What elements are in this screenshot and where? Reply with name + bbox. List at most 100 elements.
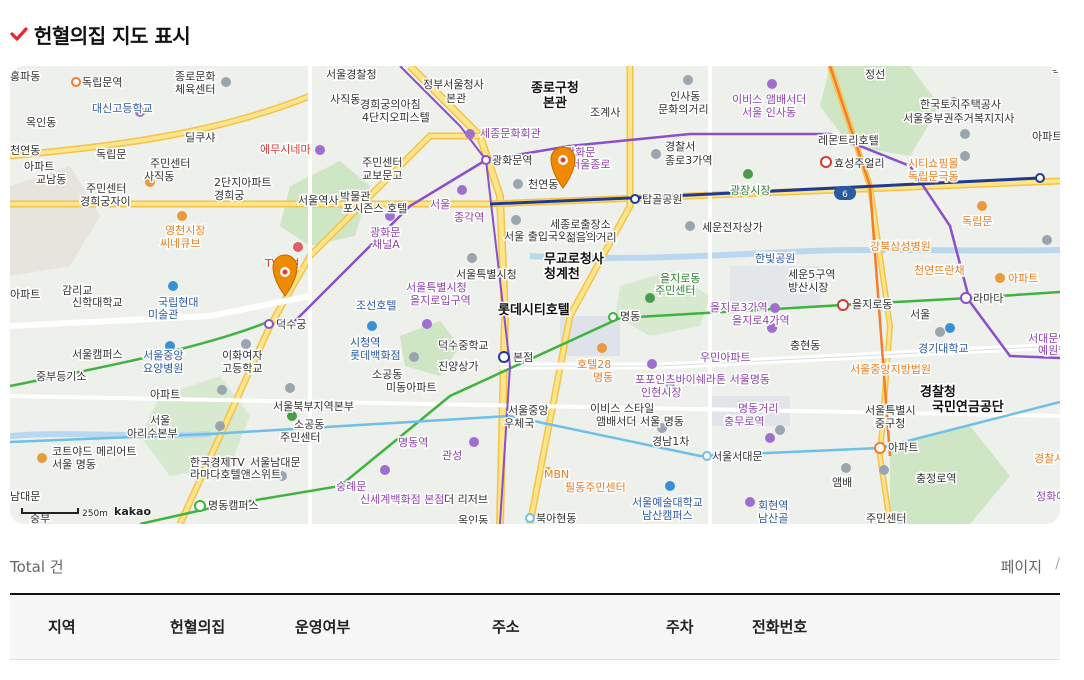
map-canvas[interactable]: 6 홍파동 독립문역 종로문화 체육센터 서울경찰청 정부서울청사 본관 종로구… xyxy=(10,66,1060,524)
map-label: 주민센터 xyxy=(866,512,906,524)
map-label: 청계천 xyxy=(544,266,580,282)
map-label: 소공동 xyxy=(294,418,324,431)
map-label: 명동거리 xyxy=(738,402,778,415)
map-label: 서울예술대학교 xyxy=(632,496,703,509)
map-label: 경남1차 xyxy=(652,435,689,448)
map-label: 서울 xyxy=(430,198,450,211)
map-label: 서울특별시청 xyxy=(406,281,467,294)
map-label: 경희궁자이 xyxy=(80,195,131,208)
map-label: 영천시장 xyxy=(165,223,205,237)
map-label: 충정로역 xyxy=(916,472,956,485)
page-title: 헌혈의집 지도 표시 xyxy=(34,23,191,48)
map-label: 서울역사 xyxy=(298,194,338,207)
map-label: 사직동 xyxy=(144,170,174,183)
map-label: 서울 xyxy=(150,414,170,427)
map-label: 포시즌스 호텔 xyxy=(343,202,407,215)
map-label: 북아현동 xyxy=(536,512,576,524)
map-label: 독립문극동 xyxy=(908,170,959,183)
map-label: 서울 xyxy=(910,308,930,321)
map-label: 딜쿠샤 xyxy=(185,131,215,144)
map-label: 호텔28 xyxy=(577,358,611,371)
map-label: 무교로청사 xyxy=(544,251,604,267)
map-label: 주민센터 xyxy=(280,431,320,444)
map-label: 을지로입구역 xyxy=(410,294,471,307)
map-label: 서울경찰청 xyxy=(326,68,377,81)
map-label: 남대문 xyxy=(10,490,40,503)
map-label: 광장시장 xyxy=(730,184,770,197)
map-label: 남산캠퍼스 xyxy=(642,509,693,522)
map-label: 종로문화 xyxy=(175,70,215,83)
map-label: 서울중앙 xyxy=(508,404,548,417)
map-label: 세종로출장소 xyxy=(550,218,611,231)
map-label: 광화문역 xyxy=(492,154,532,167)
map-label: 종각역 xyxy=(454,211,484,224)
map-label: 옥인동 xyxy=(1052,66,1060,77)
map-label: 서울남대문 xyxy=(250,456,301,469)
svg-text:6: 6 xyxy=(842,190,848,200)
map-label: 서울서대문 xyxy=(712,450,763,463)
map-label: 을지로4가역 xyxy=(732,314,790,327)
map-label: 천연동 xyxy=(528,177,558,191)
map-label: 회현역 xyxy=(758,499,788,512)
map-label: 독립문 xyxy=(96,148,126,161)
map-view[interactable]: 6 홍파동 독립문역 종로문화 체육센터 서울경찰청 정부서울청사 본관 종로구… xyxy=(10,66,1060,524)
map-label: 롯데시티호텔 xyxy=(498,302,570,318)
map-label: 숭례문 xyxy=(336,480,366,493)
map-label: 효성주얼리 xyxy=(834,156,885,170)
column-header-center: 헌혈의집 xyxy=(170,618,226,636)
map-label: 조계사 xyxy=(590,106,620,119)
map-label: 본점 xyxy=(513,351,533,364)
map-label: 명동 xyxy=(620,310,640,323)
map-label: 교남동 xyxy=(36,173,66,186)
map-label: 교보문고 xyxy=(362,169,402,182)
map-label: 소공동 xyxy=(372,368,402,381)
map-label: 정화예술대학교 xyxy=(1036,490,1060,503)
map-label: 대신고등학교 xyxy=(92,102,153,115)
map-label: 주민센터 xyxy=(150,157,190,170)
map-label: 종로3가역 xyxy=(665,154,712,167)
map-label: 경찰청 xyxy=(920,384,956,400)
map-label: 경찰서 xyxy=(1034,452,1060,465)
map-label: 채널A xyxy=(372,238,400,251)
blood-center-table: 지역 헌혈의집 운영여부 주소 주차 전화번호 xyxy=(10,593,1060,660)
map-label: 세운전자상가 xyxy=(702,221,763,234)
map-label: 서울종로 xyxy=(570,158,610,171)
map-label: 주민센터 xyxy=(86,182,126,195)
map-label: 필동주민센터 xyxy=(565,481,626,494)
map-label: 을지로동 xyxy=(852,298,892,311)
map-label: 예원학교 xyxy=(1038,344,1060,357)
map-label: 주민센터 xyxy=(655,284,695,297)
map-label: 서울중부권주거복지지사 xyxy=(903,112,1014,125)
map-label: 관성 xyxy=(442,449,462,462)
page-separator: / xyxy=(1055,556,1060,572)
map-label: 정부서울청사 xyxy=(423,78,484,91)
map-label: 신세계백화점 본점 xyxy=(360,493,444,506)
map-label: 본관 xyxy=(543,95,567,111)
map-label: 본관 xyxy=(446,92,466,105)
map-label: 우체국 xyxy=(504,417,534,430)
map-label: 정선 xyxy=(865,68,885,81)
map-label: 한국토지주택공사 xyxy=(920,98,1001,111)
map-label: 앰배 xyxy=(832,476,852,489)
map-label: 요양병원 xyxy=(143,362,183,375)
map-label: 중구청 xyxy=(875,417,905,430)
map-label: 이비스 앰배서더 xyxy=(732,93,806,106)
map-label: 옥인동 xyxy=(26,116,56,129)
map-label: 명동캠퍼스 xyxy=(208,499,259,512)
map-label: 경희궁 xyxy=(214,189,244,202)
page-indicator: 페이지 xyxy=(1000,558,1042,576)
map-label: 아리수본부 xyxy=(127,427,178,440)
map-label: 종로구청 xyxy=(531,80,579,96)
map-label: 이비스 스타일 xyxy=(590,401,654,415)
map-label: 포포인츠바이쉐라톤 서울명동 xyxy=(635,373,770,386)
table-header: 지역 헌혈의집 운영여부 주소 주차 전화번호 xyxy=(10,595,1060,660)
map-label: 인현시장 xyxy=(641,386,681,399)
map-label: 4단지오피스텔 xyxy=(362,111,430,124)
kakao-logo: kakao xyxy=(114,505,151,518)
map-label: 아파트 xyxy=(10,288,40,301)
map-label: 조선호텔 xyxy=(356,299,396,312)
page-heading: 헌혈의집 지도 표시 xyxy=(10,18,191,50)
map-label: 신학대학교 xyxy=(72,296,123,309)
column-header-phone: 전화번호 xyxy=(752,618,808,636)
map-label: 경찰서 xyxy=(665,140,695,153)
